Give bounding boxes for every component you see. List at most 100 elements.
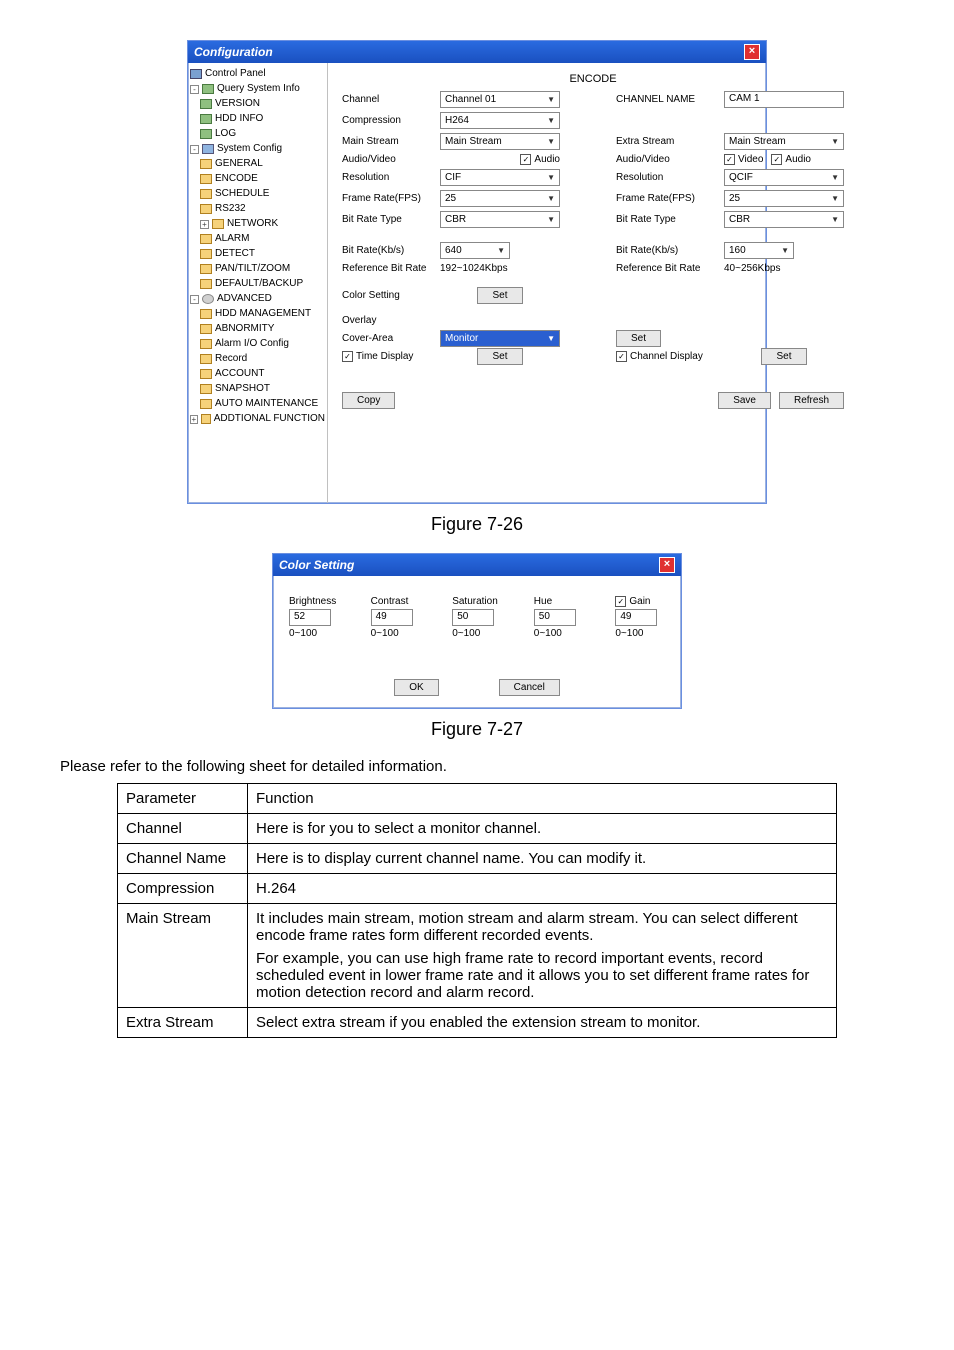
tree-advanced[interactable]: -ADVANCED: [190, 292, 325, 307]
channel-name-input[interactable]: CAM 1: [724, 91, 844, 108]
main-bitrate-type-select[interactable]: CBR▼: [440, 211, 560, 228]
saturation-input[interactable]: 50: [452, 609, 494, 626]
configuration-titlebar: Configuration ×: [188, 41, 766, 63]
tree-record[interactable]: Record: [190, 352, 325, 367]
label-av-extra: Audio/Video: [616, 154, 716, 165]
tree-additional-function[interactable]: +ADDTIONAL FUNCTION: [190, 412, 325, 427]
label-brt-main: Bit Rate Type: [342, 214, 432, 225]
extra-fps-select[interactable]: 25▼: [724, 190, 844, 207]
label-overlay: Overlay: [342, 315, 432, 326]
tree-encode[interactable]: ENCODE: [190, 172, 325, 187]
tree-query-system-info[interactable]: -Query System Info: [190, 82, 325, 97]
tree-log[interactable]: LOG: [190, 127, 325, 142]
saturation-field: Saturation 50 0~100: [452, 596, 502, 639]
label-color-setting: Color Setting: [342, 290, 432, 301]
time-display-checkbox[interactable]: ✓Time Display: [342, 351, 432, 362]
close-icon[interactable]: ×: [659, 557, 675, 573]
hue-input[interactable]: 50: [534, 609, 576, 626]
ok-button[interactable]: OK: [394, 679, 438, 696]
tree-snapshot[interactable]: SNAPSHOT: [190, 382, 325, 397]
folder-icon: [200, 339, 212, 349]
label-cover-area: Cover-Area: [342, 333, 432, 344]
folder-icon: [200, 324, 212, 334]
tree-default-backup[interactable]: DEFAULT/BACKUP: [190, 277, 325, 292]
label-fps-extra: Frame Rate(FPS): [616, 193, 716, 204]
expand-icon[interactable]: +: [200, 220, 209, 229]
tree-ptz[interactable]: PAN/TILT/ZOOM: [190, 262, 325, 277]
channel-display-set-button[interactable]: Set: [761, 348, 806, 365]
folder-icon: [200, 174, 212, 184]
tree-alarm[interactable]: ALARM: [190, 232, 325, 247]
label-brt-extra: Bit Rate Type: [616, 214, 716, 225]
extra-audio-checkbox[interactable]: ✓Audio: [771, 154, 811, 165]
contrast-input[interactable]: 49: [371, 609, 413, 626]
main-resolution-select[interactable]: CIF▼: [440, 169, 560, 186]
tree-version[interactable]: VERSION: [190, 97, 325, 112]
gain-input[interactable]: 49: [615, 609, 657, 626]
label-ref-extra: Reference Bit Rate: [616, 263, 716, 274]
collapse-icon[interactable]: -: [190, 85, 199, 94]
monitor-icon: [190, 69, 202, 79]
folder-icon: [201, 414, 211, 424]
compression-select[interactable]: H264▼: [440, 112, 560, 129]
tree-hdd-info[interactable]: HDD INFO: [190, 112, 325, 127]
extra-video-checkbox[interactable]: ✓Video: [724, 154, 763, 165]
chevron-down-icon: ▼: [547, 215, 555, 224]
chevron-down-icon: ▼: [547, 137, 555, 146]
copy-button[interactable]: Copy: [342, 392, 395, 409]
close-icon[interactable]: ×: [744, 44, 760, 60]
tree-system-config[interactable]: -System Config: [190, 142, 325, 157]
time-display-set-button[interactable]: Set: [477, 348, 522, 365]
extra-bitrate-select[interactable]: 160▼: [724, 242, 794, 259]
tree-abnormity[interactable]: ABNORMITY: [190, 322, 325, 337]
channel-display-checkbox[interactable]: ✓Channel Display: [616, 351, 716, 362]
tree-hdd-mgmt[interactable]: HDD MANAGEMENT: [190, 307, 325, 322]
main-stream-select[interactable]: Main Stream▼: [440, 133, 560, 150]
extra-ref-bitrate: 40~256Kbps: [724, 263, 844, 274]
gain-field: ✓Gain 49 0~100: [615, 596, 665, 639]
tree-alarm-io[interactable]: Alarm I/O Config: [190, 337, 325, 352]
expand-icon[interactable]: +: [190, 415, 198, 424]
label-fps-main: Frame Rate(FPS): [342, 193, 432, 204]
main-bitrate-select[interactable]: 640▼: [440, 242, 510, 259]
hue-field: Hue 50 0~100: [534, 596, 584, 639]
brightness-input[interactable]: 52: [289, 609, 331, 626]
main-fps-select[interactable]: 25▼: [440, 190, 560, 207]
window-title: Color Setting: [279, 558, 354, 572]
main-audio-checkbox[interactable]: ✓Audio: [520, 154, 560, 165]
tree-rs232[interactable]: RS232: [190, 202, 325, 217]
tree-auto-maintenance[interactable]: AUTO MAINTENANCE: [190, 397, 325, 412]
nav-tree: Control Panel -Query System Info VERSION…: [188, 63, 328, 503]
tree-schedule[interactable]: SCHEDULE: [190, 187, 325, 202]
color-setting-set-button[interactable]: Set: [477, 287, 522, 304]
tree-detect[interactable]: DETECT: [190, 247, 325, 262]
collapse-icon[interactable]: -: [190, 295, 199, 304]
refresh-button[interactable]: Refresh: [779, 392, 844, 409]
tree-account[interactable]: ACCOUNT: [190, 367, 325, 382]
chevron-down-icon: ▼: [547, 194, 555, 203]
chevron-down-icon: ▼: [781, 246, 789, 255]
panel-title: ENCODE: [342, 73, 844, 85]
collapse-icon[interactable]: -: [190, 145, 199, 154]
save-button[interactable]: Save: [718, 392, 771, 409]
tree-control-panel[interactable]: Control Panel: [190, 67, 325, 82]
label-main-stream: Main Stream: [342, 136, 432, 147]
extra-bitrate-type-select[interactable]: CBR▼: [724, 211, 844, 228]
cover-area-set-button[interactable]: Set: [616, 330, 661, 347]
table-header-row: Parameter Function: [118, 784, 837, 814]
tree-general[interactable]: GENERAL: [190, 157, 325, 172]
chevron-down-icon: ▼: [497, 246, 505, 255]
cover-area-select[interactable]: Monitor▼: [440, 330, 560, 347]
channel-select[interactable]: Channel 01▼: [440, 91, 560, 108]
cancel-button[interactable]: Cancel: [499, 679, 560, 696]
extra-resolution-select[interactable]: QCIF▼: [724, 169, 844, 186]
extra-stream-select[interactable]: Main Stream▼: [724, 133, 844, 150]
tree-network[interactable]: +NETWORK: [190, 217, 325, 232]
label-extra-stream: Extra Stream: [616, 136, 716, 147]
parameter-table: Parameter Function ChannelHere is for yo…: [117, 783, 837, 1038]
encode-panel: ENCODE Channel Channel 01▼ CHANNEL NAME …: [328, 63, 858, 503]
label-channel-name: CHANNEL NAME: [616, 94, 716, 105]
folder-icon: [200, 234, 212, 244]
gain-checkbox[interactable]: ✓Gain: [615, 596, 665, 607]
chevron-down-icon: ▼: [831, 173, 839, 182]
